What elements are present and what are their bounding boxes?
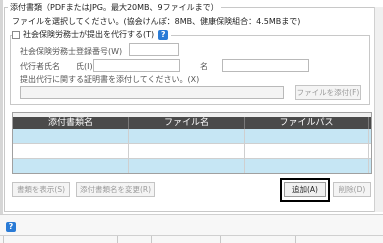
column-header-file-name[interactable]: ファイル名 [129, 117, 245, 129]
footer-divider [0, 214, 383, 215]
cell-file-path [245, 144, 369, 158]
surname-label: 氏(I) [76, 62, 93, 71]
footer-tick [117, 236, 118, 243]
attachment-title: 添付書類（PDFまたはJPG。最大20MB、9ファイルまで） [8, 2, 221, 13]
column-header-doc-name[interactable]: 添付書類名 [13, 117, 129, 129]
vertical-scrollbar[interactable] [374, 7, 383, 212]
rename-document-button[interactable]: 添付書類名を変更(R) [76, 182, 155, 197]
footer-tick [151, 236, 152, 243]
column-header-file-path[interactable]: ファイルパス [245, 117, 369, 129]
footer-divider-lower [0, 235, 383, 236]
cell-doc-name [13, 159, 129, 173]
show-document-button[interactable]: 書類を表示(S) [12, 182, 70, 197]
cell-doc-name [13, 144, 129, 158]
agent-name-label: 代行者氏名 [20, 62, 60, 71]
delete-button[interactable]: 削除(D) [333, 182, 371, 197]
cell-file-name [129, 129, 245, 143]
add-button-highlight [280, 178, 330, 202]
proof-label: 提出代行に関する証明書を添付してください。(X) [20, 75, 200, 84]
given-name-field[interactable] [222, 59, 309, 72]
given-name-label: 名 [200, 62, 208, 71]
agent-checkbox-label: 社会保険労務士が提出を代行する(T) [23, 30, 155, 39]
help-icon[interactable]: ? [6, 222, 16, 232]
cell-doc-name [13, 129, 129, 143]
surname-field[interactable] [93, 59, 180, 72]
attachment-note: ファイルを選択してください。(協会けんぽ：8MB、健康保険組合：4.5MBまで) [12, 17, 301, 26]
reg-number-field[interactable] [129, 43, 179, 56]
agent-checkbox-row[interactable]: 社会保険労務士が提出を代行する(T) ? [12, 29, 172, 40]
table-row[interactable] [13, 129, 371, 144]
agent-checkbox[interactable] [12, 30, 20, 39]
attachment-table: 添付書類名 ファイル名 ファイルパス [12, 112, 372, 174]
cell-file-path [245, 159, 369, 173]
left-edge [0, 0, 3, 214]
help-icon[interactable]: ? [158, 29, 169, 40]
footer-area [0, 214, 383, 243]
cell-file-path [245, 129, 369, 143]
attach-proof-button[interactable]: ファイルを添付(F) [295, 85, 361, 100]
attachment-panel: 添付書類（PDFまたはJPG。最大20MB、9ファイルまで） ファイルを選択して… [0, 0, 383, 243]
table-row[interactable] [13, 159, 371, 173]
cell-file-name [129, 159, 245, 173]
footer-tick [295, 236, 296, 243]
cell-file-name [129, 144, 245, 158]
footer-tick [3, 236, 4, 243]
footer-tick [220, 236, 221, 243]
table-header: 添付書類名 ファイル名 ファイルパス [13, 117, 371, 129]
reg-number-label: 社会保険労務士登録番号(W) [20, 47, 123, 56]
table-row[interactable] [13, 144, 371, 159]
proof-file-field[interactable] [20, 86, 284, 99]
